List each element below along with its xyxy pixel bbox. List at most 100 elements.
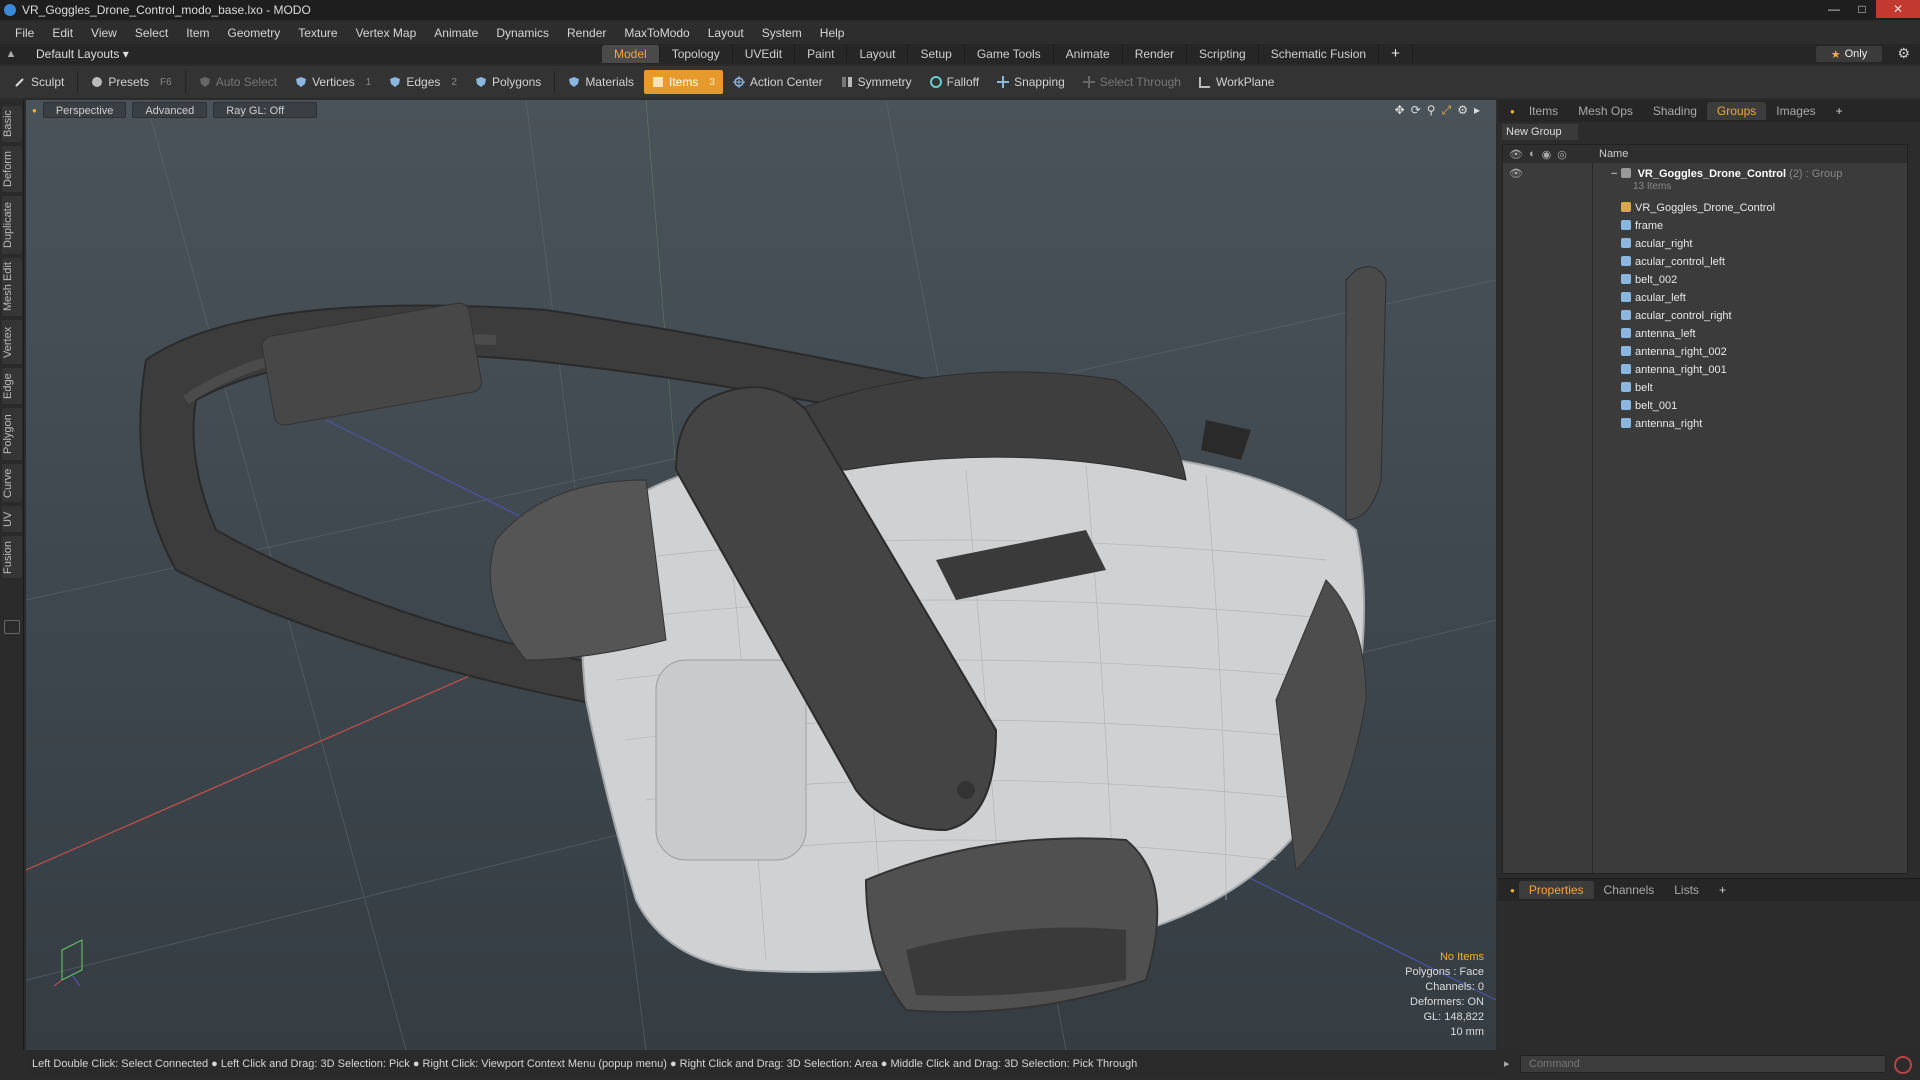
panel-menu-icon[interactable]: ● bbox=[1510, 886, 1515, 895]
select-column-icon[interactable]: ◎ bbox=[1557, 148, 1567, 161]
command-input[interactable] bbox=[1520, 1055, 1886, 1073]
edges-button[interactable]: Edges 2 bbox=[381, 70, 465, 94]
vertices-button[interactable]: Vertices 1 bbox=[287, 70, 379, 94]
tab-groups[interactable]: Groups bbox=[1706, 102, 1767, 120]
tab-topology[interactable]: Topology bbox=[660, 45, 733, 63]
snapping-button[interactable]: Snapping bbox=[989, 70, 1073, 94]
visibility-column-icon[interactable]: 👁 bbox=[1509, 148, 1523, 161]
menu-render[interactable]: Render bbox=[558, 26, 615, 40]
menu-edit[interactable]: Edit bbox=[43, 26, 82, 40]
tab-schematic-fusion[interactable]: Schematic Fusion bbox=[1259, 45, 1380, 63]
perspective-dropdown[interactable]: Perspective bbox=[42, 102, 127, 118]
vtab-curve[interactable]: Curve bbox=[2, 464, 22, 502]
tab-render[interactable]: Render bbox=[1123, 45, 1188, 63]
list-item[interactable]: belt_001 bbox=[1503, 397, 1903, 415]
rotate-view-icon[interactable]: ⟳ bbox=[1411, 103, 1421, 118]
move-view-icon[interactable]: ✥ bbox=[1395, 103, 1405, 118]
menu-item[interactable]: Item bbox=[177, 26, 218, 40]
new-group-button[interactable]: New Group bbox=[1502, 124, 1578, 140]
minimize-button[interactable]: — bbox=[1820, 0, 1848, 18]
tab-lists[interactable]: Lists bbox=[1664, 881, 1709, 899]
vtab-basic[interactable]: Basic bbox=[2, 106, 22, 142]
list-item[interactable]: antenna_right_001 bbox=[1503, 361, 1903, 379]
gear-icon[interactable]: ⚙ bbox=[1897, 45, 1910, 62]
menu-file[interactable]: File bbox=[6, 26, 43, 40]
vtab-deform[interactable]: Deform bbox=[2, 146, 22, 192]
tab-animate[interactable]: Animate bbox=[1054, 45, 1123, 63]
vtab-duplicate[interactable]: Duplicate bbox=[2, 196, 22, 254]
polygons-button[interactable]: Polygons bbox=[467, 70, 549, 94]
menu-system[interactable]: System bbox=[753, 26, 811, 40]
tab-mesh-ops[interactable]: Mesh Ops bbox=[1568, 102, 1643, 120]
record-macro-icon[interactable] bbox=[1894, 1056, 1912, 1074]
close-button[interactable]: ✕ bbox=[1876, 0, 1920, 18]
items-button[interactable]: Items 3 bbox=[644, 70, 723, 94]
fit-view-icon[interactable]: ⤢ bbox=[1442, 103, 1452, 118]
tab-paint[interactable]: Paint bbox=[795, 45, 848, 63]
tab-model[interactable]: Model bbox=[602, 45, 660, 63]
menu-animate[interactable]: Animate bbox=[425, 26, 487, 40]
menu-dynamics[interactable]: Dynamics bbox=[487, 26, 558, 40]
add-properties-tab-button[interactable]: + bbox=[1709, 881, 1736, 899]
add-panel-tab-button[interactable]: + bbox=[1826, 102, 1853, 120]
menu-vertex-map[interactable]: Vertex Map bbox=[347, 26, 426, 40]
vtab-edge[interactable]: Edge bbox=[2, 368, 22, 404]
vtab-uv[interactable]: UV bbox=[2, 506, 22, 532]
tab-layout[interactable]: Layout bbox=[847, 45, 909, 63]
list-item[interactable]: antenna_left bbox=[1503, 325, 1903, 343]
tab-game-tools[interactable]: Game Tools bbox=[965, 45, 1054, 63]
list-item[interactable]: acular_left bbox=[1503, 289, 1903, 307]
materials-button[interactable]: Materials bbox=[560, 70, 642, 94]
tab-setup[interactable]: Setup bbox=[908, 45, 965, 63]
list-item[interactable]: antenna_right bbox=[1503, 415, 1903, 433]
falloff-button[interactable]: Falloff bbox=[922, 70, 987, 94]
name-column-header[interactable]: Name bbox=[1599, 148, 1628, 160]
menu-view[interactable]: View bbox=[82, 26, 126, 40]
render-column-icon[interactable]: ◐ bbox=[1529, 148, 1536, 161]
only-toggle[interactable]: ★ Only bbox=[1816, 46, 1882, 62]
menu-maxtomodo[interactable]: MaxToModo bbox=[615, 26, 698, 40]
viewport-scene[interactable] bbox=[26, 100, 1496, 1050]
menu-help[interactable]: Help bbox=[811, 26, 854, 40]
sculpt-button[interactable]: Sculpt bbox=[6, 70, 72, 94]
expand-arrow-icon[interactable]: − bbox=[1611, 168, 1617, 180]
command-arrow-icon[interactable]: ▸ bbox=[1504, 1057, 1510, 1070]
list-item[interactable]: acular_control_left bbox=[1503, 253, 1903, 271]
expand-arrow-icon[interactable]: ▸ bbox=[1474, 103, 1480, 118]
list-item[interactable]: belt_002 bbox=[1503, 271, 1903, 289]
eye-icon[interactable]: 👁 bbox=[1509, 165, 1523, 183]
advanced-dropdown[interactable]: Advanced bbox=[132, 102, 208, 118]
list-item[interactable]: antenna_right_002 bbox=[1503, 343, 1903, 361]
action-center-button[interactable]: Action Center bbox=[725, 70, 831, 94]
tab-shading[interactable]: Shading bbox=[1643, 102, 1707, 120]
workplane-button[interactable]: WorkPlane bbox=[1191, 70, 1282, 94]
vtab-vertex[interactable]: Vertex bbox=[2, 320, 22, 364]
menu-texture[interactable]: Texture bbox=[289, 26, 346, 40]
default-layouts-dropdown[interactable]: Default Layouts ▾ bbox=[22, 47, 602, 61]
vtab-mesh-edit[interactable]: Mesh Edit bbox=[2, 258, 22, 316]
tab-scripting[interactable]: Scripting bbox=[1187, 45, 1259, 63]
3d-viewport[interactable]: ● Perspective Advanced Ray GL: Off ✥ ⟳ ⚲… bbox=[26, 100, 1496, 1050]
symmetry-button[interactable]: Symmetry bbox=[833, 70, 920, 94]
select-through-button[interactable]: Select Through bbox=[1075, 70, 1189, 94]
lock-column-icon[interactable]: ◉ bbox=[1542, 148, 1552, 161]
tab-uvedit[interactable]: UVEdit bbox=[733, 45, 796, 63]
raygl-toggle[interactable]: Ray GL: Off bbox=[213, 102, 318, 118]
list-item[interactable]: VR_Goggles_Drone_Control bbox=[1503, 199, 1903, 217]
list-item[interactable]: acular_right bbox=[1503, 235, 1903, 253]
maximize-button[interactable]: □ bbox=[1848, 0, 1876, 18]
list-item[interactable]: frame bbox=[1503, 217, 1903, 235]
panel-toggle-icon[interactable] bbox=[4, 620, 20, 634]
tab-channels[interactable]: Channels bbox=[1594, 881, 1665, 899]
vtab-polygon[interactable]: Polygon bbox=[2, 408, 22, 460]
menu-select[interactable]: Select bbox=[126, 26, 177, 40]
panel-menu-icon[interactable]: ● bbox=[1510, 107, 1515, 116]
layout-toggle-icon[interactable]: ▲ bbox=[0, 48, 22, 60]
zoom-view-icon[interactable]: ⚲ bbox=[1427, 103, 1436, 118]
tab-items[interactable]: Items bbox=[1519, 102, 1568, 120]
list-item[interactable]: belt bbox=[1503, 379, 1903, 397]
menu-geometry[interactable]: Geometry bbox=[219, 26, 290, 40]
list-item[interactable]: acular_control_right bbox=[1503, 307, 1903, 325]
group-row[interactable]: 👁 − VR_Goggles_Drone_Control (2) : Group bbox=[1503, 165, 1903, 183]
auto-select-button[interactable]: Auto Select bbox=[191, 70, 285, 94]
